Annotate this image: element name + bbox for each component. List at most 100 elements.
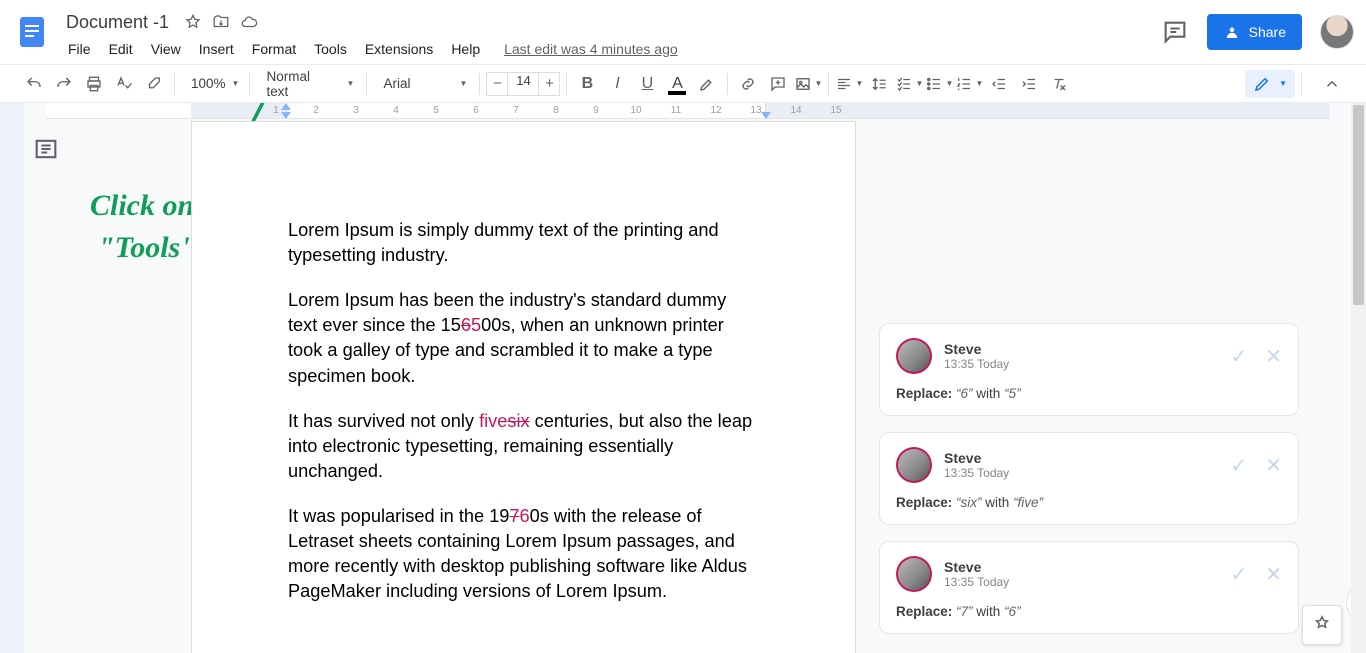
paint-format-button[interactable]: [140, 70, 168, 98]
explore-button[interactable]: [1302, 605, 1342, 645]
font-size-decrease[interactable]: −: [486, 72, 508, 96]
suggestion-body: Replace: “six” with “five”: [896, 495, 1282, 510]
accept-suggestion-icon[interactable]: ✓: [1230, 344, 1247, 369]
underline-button[interactable]: U: [633, 70, 661, 98]
redo-button[interactable]: [50, 70, 78, 98]
insert-link-button[interactable]: [734, 70, 762, 98]
paragraph[interactable]: Lorem Ipsum is simply dummy text of the …: [288, 218, 759, 268]
ruler-tick: 10: [630, 105, 641, 116]
clear-formatting-button[interactable]: [1045, 70, 1073, 98]
align-button[interactable]: ▼: [835, 70, 863, 98]
ruler-tick: 2: [313, 105, 319, 116]
reject-suggestion-icon[interactable]: ✕: [1265, 453, 1282, 478]
italic-button[interactable]: I: [603, 70, 631, 98]
ruler-tick: 11: [671, 105, 681, 116]
font-size-increase[interactable]: +: [538, 72, 560, 96]
scrollbar-thumb[interactable]: [1353, 105, 1364, 305]
ruler-tick: 15: [830, 105, 841, 116]
paragraph-style-select[interactable]: Normal text▼: [256, 69, 360, 99]
paragraph[interactable]: It has survived not only fivesix centuri…: [288, 409, 759, 484]
suggestion-time: 13:35 Today: [944, 575, 1009, 589]
toolbar-separator: [828, 73, 829, 95]
suggestion-body: Replace: “7” with “6”: [896, 604, 1282, 619]
docs-logo[interactable]: [12, 8, 52, 56]
suggestion-card[interactable]: Steve13:35 Today✓✕Replace: “six” with “f…: [879, 432, 1299, 525]
menu-view[interactable]: View: [143, 37, 189, 61]
indent-decrease-button[interactable]: [985, 70, 1013, 98]
app-header: Document -1 File Edit View Insert Format…: [0, 0, 1366, 64]
menu-tools[interactable]: Tools: [306, 37, 355, 61]
font-size-group: − 14 +: [486, 72, 560, 96]
ruler-tick: 4: [393, 105, 399, 116]
document-title[interactable]: Document -1: [60, 12, 175, 33]
ruler-tick: 7: [513, 105, 519, 116]
share-label: Share: [1249, 24, 1286, 40]
menu-format[interactable]: Format: [244, 37, 304, 61]
editing-mode-button[interactable]: ▼: [1245, 70, 1295, 98]
suggestion-cards: Steve13:35 Today✓✕Replace: “6” with “5”S…: [879, 323, 1299, 634]
outline-toggle-icon[interactable]: [32, 135, 60, 163]
print-button[interactable]: [80, 70, 108, 98]
vertical-ruler[interactable]: [0, 103, 24, 653]
suggestion-body: Replace: “6” with “5”: [896, 386, 1282, 401]
reject-suggestion-icon[interactable]: ✕: [1265, 562, 1282, 587]
undo-button[interactable]: [20, 70, 48, 98]
checklist-button[interactable]: ▼: [895, 70, 923, 98]
vertical-scrollbar[interactable]: [1351, 103, 1366, 653]
menubar: File Edit View Insert Format Tools Exten…: [60, 36, 1161, 62]
suggestion-time: 13:35 Today: [944, 357, 1009, 371]
suggestion-avatar: [896, 338, 932, 374]
ruler-tick: 9: [593, 105, 599, 116]
ruler-tick: 1: [273, 105, 279, 116]
star-icon[interactable]: [183, 12, 203, 32]
hide-menus-button[interactable]: [1318, 70, 1346, 98]
suggestion-card[interactable]: Steve13:35 Today✓✕Replace: “7” with “6”: [879, 541, 1299, 634]
toolbar-separator: [174, 73, 175, 95]
suggestion-avatar: [896, 556, 932, 592]
paragraph[interactable]: It was popularised in the 19760s with th…: [288, 504, 759, 604]
toolbar-separator: [249, 73, 250, 95]
font-size-input[interactable]: 14: [508, 72, 538, 96]
ruler-tick: 3: [353, 105, 359, 116]
menu-edit[interactable]: Edit: [101, 37, 141, 61]
suggestion-time: 13:35 Today: [944, 466, 1009, 480]
toolbar-separator: [566, 73, 567, 95]
suggestion-user: Steve: [944, 341, 1009, 357]
share-button[interactable]: Share: [1207, 14, 1302, 50]
spellcheck-button[interactable]: [110, 70, 138, 98]
cloud-status-icon[interactable]: [239, 12, 259, 32]
menu-file[interactable]: File: [60, 37, 99, 61]
highlight-color-button[interactable]: [693, 70, 721, 98]
add-comment-button[interactable]: [764, 70, 792, 98]
account-avatar[interactable]: [1320, 15, 1354, 49]
reject-suggestion-icon[interactable]: ✕: [1265, 344, 1282, 369]
insert-image-button[interactable]: ▼: [794, 70, 822, 98]
suggestion-card[interactable]: Steve13:35 Today ✓ ✕ Replace: “6” with “5”: [879, 323, 1299, 416]
bulleted-list-button[interactable]: ▼: [925, 70, 953, 98]
numbered-list-button[interactable]: ▼: [955, 70, 983, 98]
toolbar-separator: [479, 73, 480, 95]
toolbar: 100%▼ Normal text▼ Arial▼ − 14 + B I U A…: [0, 64, 1366, 103]
menu-help[interactable]: Help: [443, 37, 488, 61]
font-family-select[interactable]: Arial▼: [373, 76, 473, 91]
ruler-tick: 5: [433, 105, 439, 116]
document-page[interactable]: Lorem Ipsum is simply dummy text of the …: [191, 121, 856, 653]
accept-suggestion-icon[interactable]: ✓: [1230, 562, 1247, 587]
menu-insert[interactable]: Insert: [191, 37, 242, 61]
line-spacing-button[interactable]: [865, 70, 893, 98]
accept-suggestion-icon[interactable]: ✓: [1230, 453, 1247, 478]
annotation-text: Click on "Tools": [90, 185, 197, 269]
toolbar-separator: [1301, 73, 1302, 95]
text-color-button[interactable]: A: [663, 70, 691, 98]
move-icon[interactable]: [211, 12, 231, 32]
zoom-select[interactable]: 100%▼: [181, 76, 243, 91]
ruler-tick: 12: [710, 105, 721, 116]
last-edit-link[interactable]: Last edit was 4 minutes ago: [504, 41, 678, 57]
bold-button[interactable]: B: [573, 70, 601, 98]
indent-increase-button[interactable]: [1015, 70, 1043, 98]
comment-history-icon[interactable]: [1161, 18, 1189, 46]
horizontal-ruler[interactable]: 123456789101112131415: [46, 103, 1330, 119]
workspace: 123456789101112131415 Click on "Tools" L…: [0, 103, 1366, 653]
paragraph[interactable]: Lorem Ipsum has been the industry's stan…: [288, 288, 759, 388]
menu-extensions[interactable]: Extensions: [357, 37, 441, 61]
